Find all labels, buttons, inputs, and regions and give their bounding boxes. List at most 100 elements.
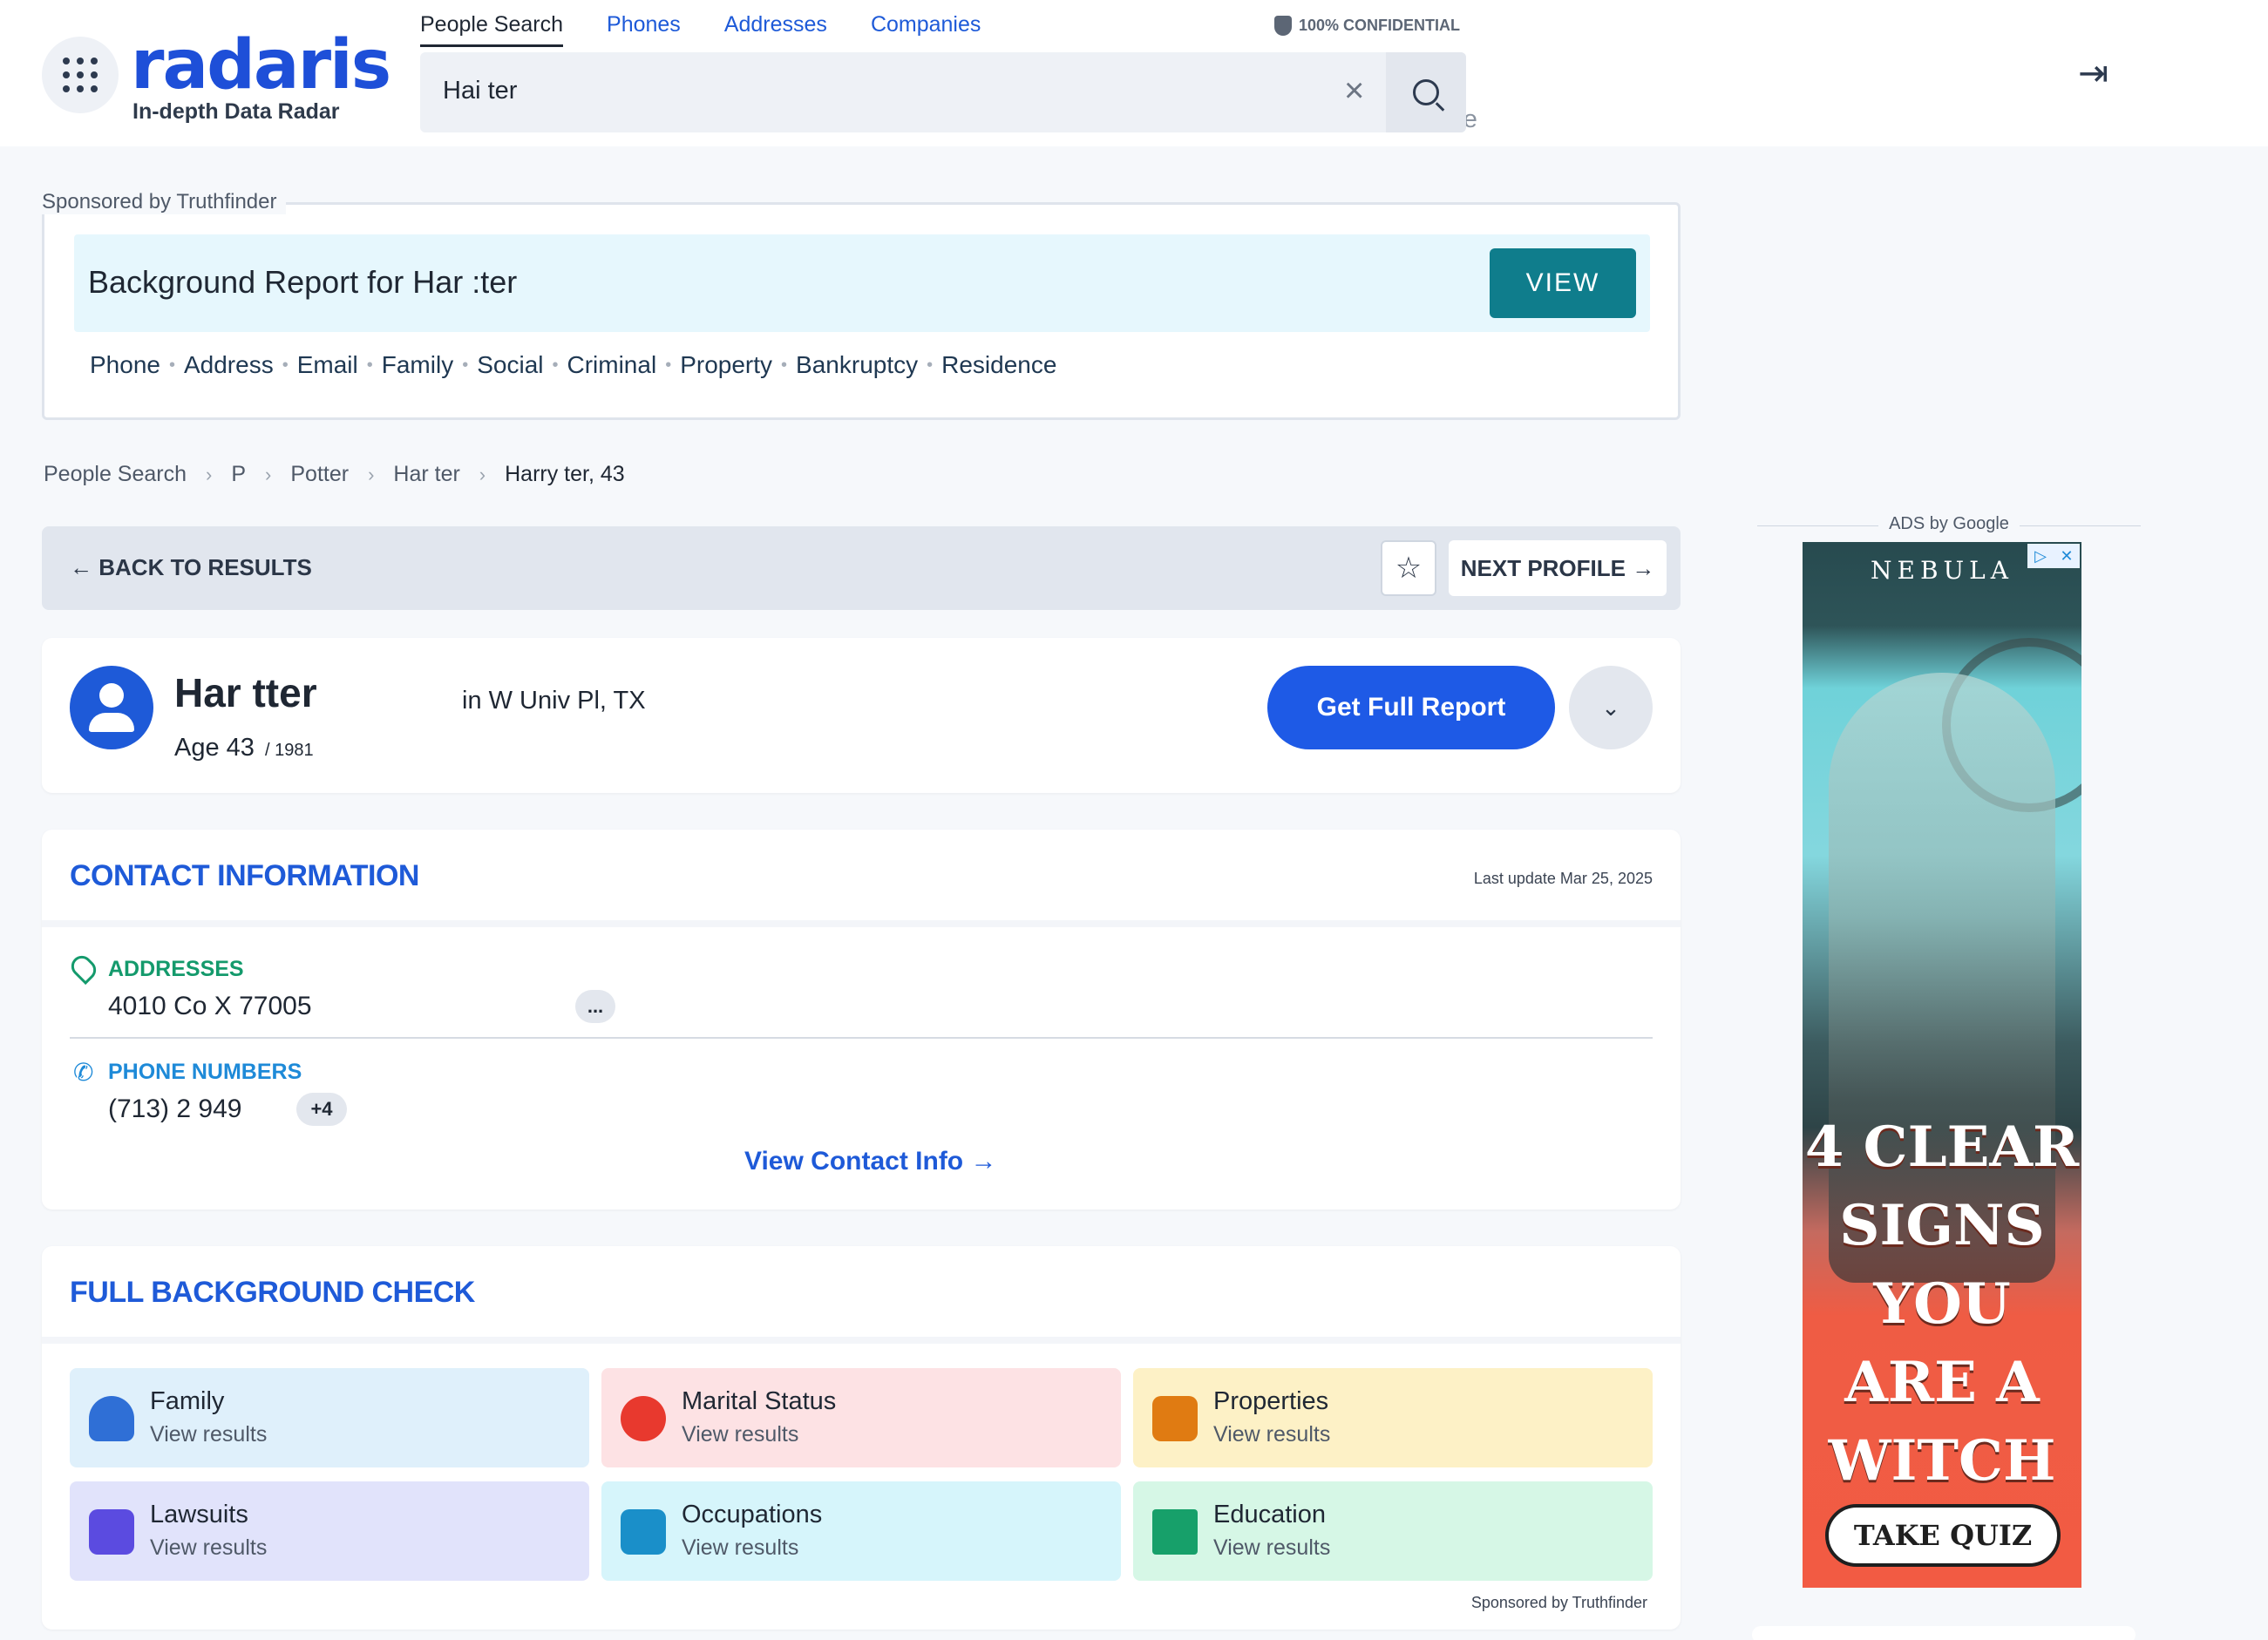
tab-phones[interactable]: Phones: [607, 12, 681, 47]
site-header: radaris In-depth Data Radar People Searc…: [0, 0, 2268, 146]
graduation-cap-icon: [1152, 1509, 1198, 1555]
sponsored-report-banner[interactable]: Background Report for Har :ter VIEW: [74, 234, 1650, 332]
tag-criminal: Criminal: [567, 351, 657, 378]
expand-profile-button[interactable]: ⌄: [1569, 666, 1653, 749]
results-nav-bar: ← BACK TO RESULTS ☆ NEXT PROFILE →: [42, 526, 1681, 610]
grid-icon: [63, 58, 98, 92]
phone-value: (713) 2 949: [108, 1094, 242, 1123]
person-icon: [99, 683, 124, 708]
phone-numbers-label: PHONE NUMBERS: [108, 1060, 302, 1084]
profile-name: Har tter: [174, 670, 317, 715]
ad-choices[interactable]: ▷ ✕: [2027, 544, 2080, 568]
tab-companies[interactable]: Companies: [871, 12, 981, 47]
star-icon: ☆: [1395, 552, 1423, 585]
tile-title: Marital Status: [682, 1387, 837, 1415]
tag-address: Address: [183, 351, 274, 378]
family-icon: [89, 1396, 134, 1441]
tile-occupations[interactable]: Occupations View results: [601, 1481, 1121, 1581]
card-divider: [42, 1337, 1681, 1344]
profile-birth-year: / 1981: [265, 741, 314, 760]
person-icon-body: [89, 713, 134, 732]
row-divider: [70, 1037, 1653, 1039]
advertisement[interactable]: NEBULA ▷ ✕ 4 CLEAR SIGNS YOU ARE A WITCH …: [1803, 542, 2081, 1588]
background-sponsor-label: Sponsored by Truthfinder: [1470, 1594, 1647, 1611]
breadcrumb-surname[interactable]: Potter: [290, 462, 349, 487]
sidebar-card-edge: [1752, 1626, 2136, 1640]
get-full-report-button[interactable]: Get Full Report: [1267, 666, 1555, 749]
last-update: Last update Mar 25, 2025: [1473, 870, 1653, 887]
view-contact-info-link[interactable]: View Contact Info →: [744, 1147, 996, 1176]
ads-label: ADS by Google: [1757, 514, 2141, 534]
chevron-right-icon: ›: [479, 463, 486, 485]
site-tagline: In-depth Data Radar: [132, 99, 340, 124]
breadcrumb-current: Harry ter, 43: [505, 462, 625, 486]
search-type-tabs: People Search Phones Addresses Companies: [420, 12, 981, 47]
tab-addresses[interactable]: Addresses: [724, 12, 827, 47]
ad-info-icon[interactable]: ▷: [2027, 544, 2054, 568]
tile-title: Lawsuits: [150, 1501, 248, 1528]
more-phones-button[interactable]: +4: [296, 1093, 347, 1126]
name-search-input[interactable]: Hai ter: [443, 77, 517, 105]
card-divider: [42, 920, 1681, 927]
ad-close-icon[interactable]: ✕: [2054, 544, 2080, 568]
tag-residence: Residence: [941, 351, 1057, 378]
back-to-results-link[interactable]: ← BACK TO RESULTS: [70, 554, 312, 581]
confidential-badge: 100% CONFIDENTIAL: [1274, 16, 1460, 36]
tab-people-search[interactable]: People Search: [420, 12, 564, 47]
sponsored-report-box: Background Report for Har :ter VIEW Phon…: [42, 202, 1681, 420]
search-button[interactable]: [1386, 52, 1466, 132]
tag-phone: Phone: [90, 351, 160, 378]
sponsored-label: Sponsored by Truthfinder: [42, 190, 286, 214]
tile-education[interactable]: Education View results: [1133, 1481, 1653, 1581]
full-background-check-card: FULL BACKGROUND CHECK Family View result…: [42, 1246, 1681, 1630]
view-contact-info-label: View Contact Info: [744, 1147, 964, 1176]
more-addresses-button[interactable]: ...: [575, 990, 615, 1023]
breadcrumb-letter[interactable]: P: [231, 462, 246, 487]
tag-property: Property: [680, 351, 773, 378]
next-profile-label: NEXT PROFILE: [1460, 554, 1626, 581]
chevron-down-icon: ⌄: [1601, 694, 1620, 721]
tile-subtitle: View results: [150, 1422, 268, 1447]
site-logo[interactable]: radaris: [131, 26, 391, 105]
tile-title: Education: [1213, 1501, 1326, 1528]
chevron-right-icon: ›: [368, 463, 375, 485]
sponsored-report-title: Background Report for Har :ter: [88, 264, 518, 300]
clear-icon[interactable]: ×: [1344, 71, 1364, 110]
favorite-button[interactable]: ☆: [1381, 540, 1436, 596]
breadcrumb: People Search › P › Potter › Har ter › H…: [44, 462, 625, 487]
tile-subtitle: View results: [150, 1535, 268, 1560]
search-bar: Hai ter × city, state: [420, 52, 1477, 133]
next-profile-button[interactable]: NEXT PROFILE →: [1449, 540, 1667, 596]
tile-marital-status[interactable]: Marital Status View results: [601, 1368, 1121, 1467]
avatar: [70, 666, 153, 749]
folder-shield-icon: [89, 1509, 134, 1555]
ads-label-text: ADS by Google: [1878, 514, 2020, 533]
tile-properties[interactable]: Properties View results: [1133, 1368, 1653, 1467]
chevron-right-icon: ›: [206, 463, 213, 485]
shield-icon: [1274, 16, 1292, 36]
confidential-text: 100% CONFIDENTIAL: [1299, 17, 1461, 34]
tile-subtitle: View results: [682, 1422, 799, 1447]
tile-lawsuits[interactable]: Lawsuits View results: [70, 1481, 589, 1581]
breadcrumb-people-search[interactable]: People Search: [44, 462, 187, 487]
profile-age: Age 43: [174, 734, 255, 762]
tile-family[interactable]: Family View results: [70, 1368, 589, 1467]
location-pin-icon: [66, 951, 101, 986]
search-icon: [1413, 79, 1439, 105]
addresses-label: ADDRESSES: [108, 957, 244, 981]
contact-section-title: CONTACT INFORMATION: [70, 859, 419, 892]
profile-card: Har tter in W Univ Pl, TX Age 43 / 1981 …: [42, 638, 1681, 793]
take-quiz-button[interactable]: TAKE QUIZ: [1825, 1504, 2061, 1567]
contact-information-card: CONTACT INFORMATION Last update Mar 25, …: [42, 830, 1681, 1210]
login-icon[interactable]: ⇥: [2078, 54, 2116, 92]
view-report-button[interactable]: VIEW: [1490, 248, 1636, 318]
tile-title: Properties: [1213, 1387, 1329, 1415]
hearts-icon: [621, 1396, 666, 1441]
sponsored-report-tags: Phone • Address • Email • Family • Social • C…: [90, 351, 1057, 378]
breadcrumb-fullname[interactable]: Har ter: [393, 462, 459, 487]
tag-email: Email: [296, 351, 358, 378]
tile-title: Family: [150, 1387, 225, 1415]
tag-family: Family: [381, 351, 454, 378]
tag-bankruptcy: Bankruptcy: [796, 351, 919, 378]
apps-menu-button[interactable]: [42, 37, 119, 113]
